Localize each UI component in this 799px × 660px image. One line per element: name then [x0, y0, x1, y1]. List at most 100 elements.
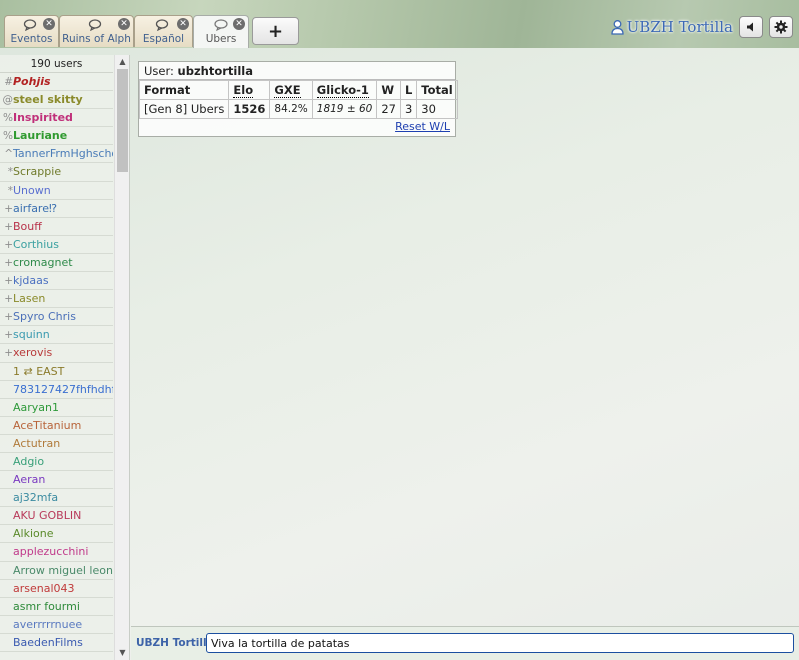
user-name: Pohjis: [13, 75, 51, 88]
user-list-item[interactable]: %Inspirited: [0, 109, 113, 128]
user-group-symbol: +: [4, 238, 13, 251]
user-name: Adgio: [13, 454, 45, 468]
user-name: xerovis: [13, 346, 53, 360]
user-name: squinn: [13, 328, 50, 342]
col-glicko: Glicko-1: [311, 80, 378, 100]
tab-eventos[interactable]: ✕ Eventos: [4, 15, 59, 47]
user-list-item[interactable]: asmr fourmi: [0, 598, 113, 616]
user-list-item[interactable]: arsenal043: [0, 580, 113, 598]
user-list-item[interactable]: AKU GOBLIN: [0, 507, 113, 526]
user-name: arsenal043: [13, 581, 75, 595]
scroll-thumb[interactable]: [117, 69, 128, 172]
user-group-symbol: *: [7, 166, 13, 179]
user-list-item[interactable]: +cromagnet: [0, 254, 113, 273]
user-name: Aaryan1: [13, 400, 60, 414]
username-button[interactable]: UBZH Tortilla: [627, 18, 733, 36]
close-tab-icon[interactable]: ✕: [118, 18, 130, 30]
user-stats-box: User: ubzhtortilla Format Elo GXE Glicko…: [138, 61, 458, 137]
user-list-item[interactable]: 1 ⇄ EAST: [0, 363, 113, 381]
user-list-item[interactable]: +Bouff: [0, 218, 113, 236]
cell-total: 30: [416, 99, 458, 119]
scroll-down-arrow-icon[interactable]: ▼: [115, 646, 129, 660]
user-list-item[interactable]: AceTitanium: [0, 417, 113, 435]
user-list-item[interactable]: BaedenFilms: [0, 634, 113, 652]
col-total: Total: [416, 80, 458, 100]
user-group-symbol: @: [2, 94, 14, 107]
user-group-symbol: +: [4, 347, 13, 360]
cell-gxe: 84.2%: [269, 99, 313, 119]
user-list-item[interactable]: +Spyro Chris: [0, 308, 113, 327]
user-group-symbol: +: [4, 256, 13, 269]
user-list-item[interactable]: @steel skitty: [0, 91, 113, 110]
stats-username: ubzhtortilla: [177, 64, 253, 78]
top-header: ✕ Eventos ✕ Ruins of Alph ✕ Español ✕ Ub…: [0, 0, 799, 48]
user-group-symbol: %: [3, 112, 13, 125]
user-list-scrollbar[interactable]: ▲ ▼: [114, 55, 129, 660]
col-losses: L: [399, 80, 418, 100]
chat-username[interactable]: UBZH Tortill: [136, 637, 206, 649]
user-name: BaedenFilms: [13, 635, 83, 649]
reset-row: Reset W/L: [139, 119, 455, 136]
ladder-table: Format Elo GXE Glicko-1 W L Total [Gen 8…: [138, 80, 458, 119]
user-list-item[interactable]: Arrow miguel leon: [0, 562, 113, 580]
col-gxe: GXE: [269, 80, 313, 100]
tab-label: Español: [142, 33, 185, 45]
chat-bubble-icon: [214, 19, 228, 31]
tab-ubers[interactable]: ✕ Ubers: [193, 15, 249, 48]
chat-input[interactable]: [206, 633, 794, 653]
user-group-symbol: %: [3, 130, 13, 143]
user-name: Spyro Chris: [13, 310, 76, 324]
close-tab-icon[interactable]: ✕: [233, 18, 245, 30]
user-list-item[interactable]: +kjdaas: [0, 272, 113, 291]
close-tab-icon[interactable]: ✕: [43, 18, 55, 30]
user-list-item[interactable]: Aaryan1: [0, 399, 113, 417]
sound-button[interactable]: [739, 16, 763, 38]
new-tab-button[interactable]: +: [252, 17, 299, 45]
user-name: airfare⁉: [13, 201, 58, 215]
user-list-item[interactable]: +airfare⁉: [0, 200, 113, 218]
volume-icon: [747, 22, 753, 32]
user-list-item[interactable]: %Lauriane: [0, 127, 113, 146]
cell-glicko: 1819 ± 60: [311, 99, 378, 119]
user-group-symbol: +: [4, 311, 13, 324]
user-list: #Pohjis @steel skitty %Inspirited %Lauriane…: [0, 73, 113, 652]
user-list-item[interactable]: +Corthius: [0, 236, 113, 254]
user-name: AKU GOBLIN: [13, 509, 82, 523]
user-name: steel skitty: [13, 93, 83, 107]
user-list-item[interactable]: Actutran: [0, 435, 113, 453]
user-name: cromagnet: [13, 255, 73, 269]
user-name: Lasen: [13, 292, 46, 306]
user-list-item[interactable]: ^TannerFrmHghschool: [0, 145, 113, 164]
user-list-item[interactable]: +xerovis: [0, 344, 113, 363]
tab-label: Ruins of Alph: [62, 33, 131, 45]
settings-button[interactable]: [769, 16, 793, 38]
user-group-symbol: #: [4, 76, 13, 88]
user-list-item[interactable]: +Lasen: [0, 290, 113, 309]
user-list-item[interactable]: averrrrrnuee: [0, 616, 113, 634]
reset-wl-link[interactable]: Reset W/L: [395, 120, 450, 133]
user-group-symbol: +: [4, 293, 13, 306]
cell-wins: 27: [376, 99, 401, 119]
tab-espanol[interactable]: ✕ Español: [134, 15, 193, 47]
tab-ruins-of-alph[interactable]: ✕ Ruins of Alph: [59, 15, 134, 47]
tab-label: Ubers: [205, 33, 237, 45]
user-name: Bouff: [13, 219, 42, 233]
cell-losses: 3: [399, 99, 418, 119]
col-elo: Elo: [228, 80, 271, 100]
close-tab-icon[interactable]: ✕: [177, 18, 189, 30]
user-group-symbol: ^: [4, 148, 13, 161]
user-list-item[interactable]: #Pohjis: [0, 73, 113, 92]
user-list-item[interactable]: Adgio: [0, 453, 113, 472]
user-name: TannerFrmHghschool: [13, 147, 113, 161]
user-list-item[interactable]: 783127427fhfhdhfhd: [0, 381, 113, 399]
user-list-item[interactable]: *Scrappie: [0, 163, 113, 182]
user-list-item[interactable]: Aeran: [0, 471, 113, 490]
col-wins: W: [376, 80, 401, 100]
user-list-item[interactable]: applezucchini: [0, 543, 113, 562]
scroll-up-arrow-icon[interactable]: ▲: [115, 55, 129, 69]
user-count: 190 users: [0, 55, 113, 73]
user-list-item[interactable]: aj32mfa: [0, 489, 113, 508]
user-list-item[interactable]: Alkione: [0, 525, 113, 544]
user-list-item[interactable]: +squinn: [0, 326, 113, 345]
user-list-item[interactable]: *Unown: [0, 182, 113, 200]
